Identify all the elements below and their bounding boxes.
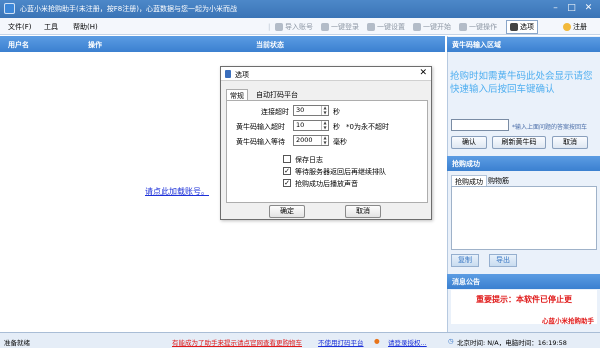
- dialog-cancel-button[interactable]: 取消: [345, 205, 381, 218]
- status-link-captcha[interactable]: 不使用打码平台: [318, 337, 364, 347]
- settings-label: 一键设置: [377, 23, 405, 31]
- menu-help[interactable]: 帮助(H): [73, 22, 98, 32]
- dialog-close-icon[interactable]: ✕: [419, 68, 427, 78]
- options-dialog: 选项 ✕ 常规 自动打码平台 连接超时 30 ▲ ▼ 秒 黄牛码输入超时 10 ▲ ▼ …: [220, 66, 432, 220]
- dialog-ok-button[interactable]: 确定: [269, 205, 305, 218]
- copy-button[interactable]: 复制: [451, 254, 479, 267]
- title-bar: 心蓝小米抢购助手(未注册，按F8注册)，心蓝数据与您一起为小米而战 – □ ✕: [0, 0, 600, 18]
- code-input-hint: *输入上面问题的答案按回车: [512, 124, 588, 131]
- options-icon: [510, 23, 518, 31]
- spin-arrows-icon[interactable]: ▲ ▼: [321, 105, 328, 115]
- success-list[interactable]: [451, 186, 597, 250]
- account-grid-header: 用户名 操作 当前状态: [0, 36, 445, 52]
- login-icon: [321, 23, 329, 31]
- col-status[interactable]: 当前状态: [256, 40, 284, 50]
- col-username[interactable]: 用户名: [8, 40, 29, 50]
- dialog-title-bar: 选项 ✕: [221, 67, 431, 81]
- start-all-button[interactable]: 一键开始: [413, 20, 451, 34]
- tab-captcha-platform[interactable]: 自动打码平台: [253, 89, 301, 100]
- status-link-login[interactable]: 请登录授权...: [388, 337, 427, 347]
- input-timeout-unit: 秒: [333, 123, 340, 131]
- close-icon[interactable]: ✕: [581, 2, 596, 15]
- refresh-code-button[interactable]: 刷新黄牛码: [492, 136, 546, 149]
- code-input[interactable]: [451, 119, 509, 131]
- input-wait-unit: 毫秒: [333, 138, 347, 146]
- menu-tools[interactable]: 工具: [44, 22, 58, 32]
- input-wait-value: 2000: [296, 136, 313, 144]
- col-action[interactable]: 操作: [88, 40, 102, 50]
- tab-general[interactable]: 常规: [226, 89, 248, 100]
- status-clock: 北京时间: N/A，电脑时间：16:19:58: [457, 339, 567, 347]
- code-display-text: 抢购时如需黄牛码此处会显示请您快速输入后按回车键确认: [450, 71, 593, 95]
- load-accounts-link[interactable]: 请点此加载账号。: [145, 186, 209, 197]
- conn-timeout-unit: 秒: [333, 108, 340, 116]
- input-timeout-note: *0为永不超时: [346, 123, 389, 131]
- play-sound-label: 抢购成功后播放声音: [295, 180, 358, 188]
- input-timeout-input[interactable]: 10 ▲ ▼: [293, 120, 329, 131]
- menu-file[interactable]: 文件(F): [8, 22, 32, 32]
- window-title: 心蓝小米抢购助手(未注册，按F8注册)，心蓝数据与您一起为小米而战: [20, 5, 237, 13]
- options-button[interactable]: 选项: [506, 20, 538, 34]
- settings-icon: [367, 23, 375, 31]
- save-log-label: 保存日志: [295, 156, 323, 164]
- success-header: 抢购成功: [447, 156, 600, 171]
- operate-icon: [459, 23, 467, 31]
- operate-label: 一键操作: [469, 23, 497, 31]
- login-label: 一键登录: [331, 23, 359, 31]
- spin-arrows-icon[interactable]: ▲ ▼: [321, 135, 328, 145]
- input-timeout-label: 黄牛码输入超时: [236, 123, 285, 131]
- general-pane: 连接超时 30 ▲ ▼ 秒 黄牛码输入超时 10 ▲ ▼ 秒 *0为永不超时 黄牛码输入…: [226, 100, 428, 203]
- export-button[interactable]: 导出: [489, 254, 517, 267]
- status-ready: 准备就绪: [4, 339, 30, 347]
- conn-timeout-input[interactable]: 30 ▲ ▼: [293, 105, 329, 116]
- dialog-title: 选项: [235, 71, 249, 79]
- maximize-icon[interactable]: □: [564, 2, 579, 15]
- cancel-code-button[interactable]: 取消: [552, 136, 588, 149]
- status-link-promo[interactable]: 有能成为了助手来提示请点官网查看更购物车: [172, 337, 302, 347]
- conn-timeout-label: 连接超时: [261, 108, 289, 116]
- import-accounts-button[interactable]: 导入账号: [275, 20, 313, 34]
- requeue-checkbox[interactable]: ✓: [283, 167, 291, 175]
- requeue-label: 等待服务器返回后再继续排队: [295, 168, 386, 176]
- toolbar-separator: |: [268, 23, 271, 31]
- status-bar: 准备就绪 有能成为了助手来提示请点官网查看更购物车 不使用打码平台 ● 请登录授…: [0, 332, 600, 348]
- conn-timeout-value: 30: [296, 106, 305, 114]
- import-icon: [275, 23, 283, 31]
- input-wait-label: 黄牛码输入等待: [236, 138, 285, 146]
- notice-signature: 心蓝小米抢购助手: [542, 317, 594, 325]
- register-button[interactable]: 注册: [563, 20, 587, 34]
- operate-all-button[interactable]: 一键操作: [459, 20, 497, 34]
- clock-icon: ◷: [448, 337, 454, 345]
- options-label: 选项: [520, 23, 534, 31]
- minimize-icon[interactable]: –: [548, 2, 563, 15]
- status-info-icon: ●: [374, 337, 380, 345]
- input-timeout-value: 10: [296, 121, 305, 129]
- login-all-button[interactable]: 一键登录: [321, 20, 359, 34]
- confirm-button[interactable]: 确认: [451, 136, 487, 149]
- input-wait-input[interactable]: 2000 ▲ ▼: [293, 135, 329, 146]
- register-icon: [563, 23, 571, 31]
- start-label: 一键开始: [423, 23, 451, 31]
- register-label: 注册: [573, 23, 587, 31]
- notice-box: 重要提示：本软件已停止更 心蓝小米抢购助手: [451, 290, 597, 325]
- code-input-header: 黄牛码输入区域: [447, 37, 600, 52]
- play-sound-checkbox[interactable]: ✓: [283, 179, 291, 187]
- notice-header: 消息公告: [447, 274, 600, 289]
- notice-main: 重要提示：本软件已停止更: [476, 295, 572, 304]
- play-icon: [413, 23, 421, 31]
- save-log-checkbox[interactable]: [283, 155, 291, 163]
- spin-arrows-icon[interactable]: ▲ ▼: [321, 120, 328, 130]
- dialog-icon: [225, 70, 231, 78]
- app-icon: [4, 3, 15, 14]
- import-label: 导入账号: [285, 23, 313, 31]
- settings-all-button[interactable]: 一键设置: [367, 20, 405, 34]
- app-window: 心蓝小米抢购助手(未注册，按F8注册)，心蓝数据与您一起为小米而战 – □ ✕ …: [0, 0, 600, 348]
